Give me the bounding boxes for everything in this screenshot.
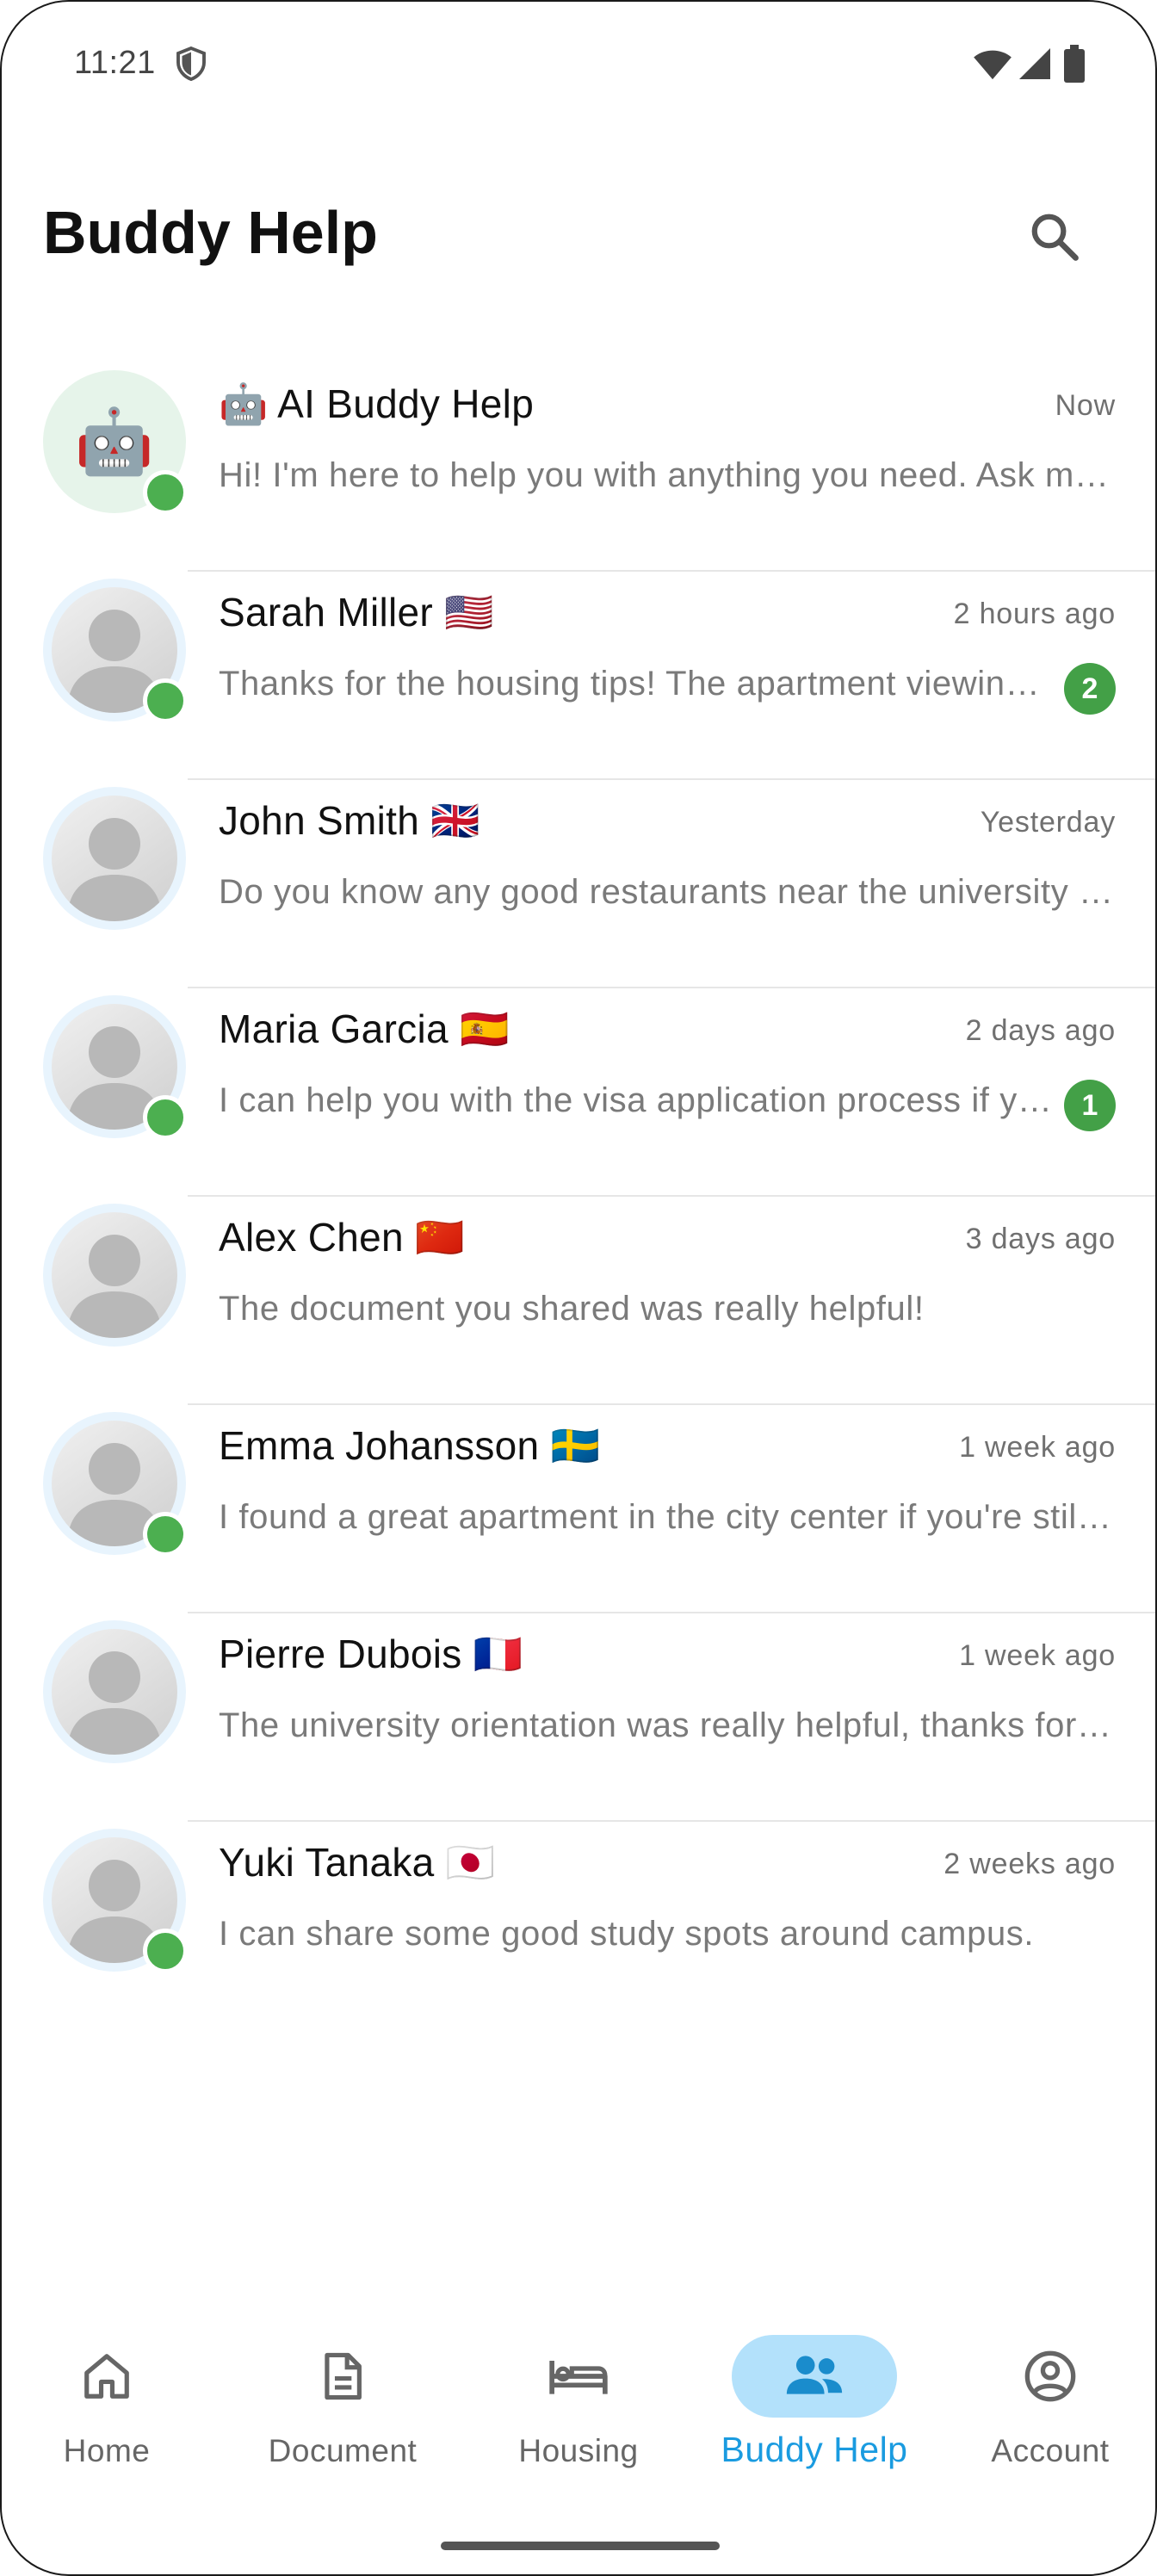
online-status-dot (143, 1929, 188, 1973)
conversation-preview: Thanks for the housing tips! The apartme… (219, 665, 1054, 703)
conversation-preview: The university orientation was really he… (219, 1706, 1114, 1744)
conversation-item-pierre-dubois[interactable]: Pierre Dubois 🇫🇷 1 week ago The universi… (2, 1613, 1155, 1822)
bottom-navigation: Home Document Housing Buddy Help Account (2, 2326, 1155, 2499)
conversation-item-yuki-tanaka[interactable]: Yuki Tanaka 🇯🇵 2 weeks ago I can share s… (2, 1822, 1155, 2030)
shield-icon (176, 46, 206, 81)
nav-label: Buddy Help (721, 2430, 908, 2469)
avatar (43, 1412, 189, 1558)
nav-icon-container (968, 2335, 1133, 2418)
avatar (43, 1620, 189, 1767)
conversation-time: 3 days ago (965, 1223, 1116, 1255)
robot-icon: 🤖 (74, 406, 155, 477)
nav-label: Document (268, 2433, 418, 2468)
conversation-item-ai-buddy[interactable]: 🤖 🤖 AI Buddy Help Now Hi! I'm here to he… (2, 363, 1155, 572)
nav-item-home[interactable]: Home (2, 2326, 219, 2481)
conversation-preview: Hi! I'm here to help you with anything y… (219, 456, 1114, 494)
conversation-name: Yuki Tanaka 🇯🇵 (219, 1840, 496, 1885)
wifi-icon (974, 50, 1012, 80)
conversation-time: Yesterday (980, 806, 1116, 839)
search-button[interactable] (1018, 200, 1092, 274)
conversation-preview: I can help you with the visa application… (219, 1081, 1054, 1119)
conversation-name: Sarah Miller 🇺🇸 (219, 590, 494, 635)
page-title: Buddy Help (43, 199, 378, 266)
unread-badge: 2 (1064, 663, 1116, 715)
conversation-preview: I can share some good study spots around… (219, 1915, 1035, 1953)
online-status-dot (143, 470, 188, 515)
conversation-item-emma-johansson[interactable]: Emma Johansson 🇸🇪 1 week ago I found a g… (2, 1405, 1155, 1613)
people-icon (786, 2356, 843, 2394)
search-icon (1031, 214, 1079, 261)
signal-icon (1019, 48, 1050, 79)
nav-item-housing[interactable]: Housing (467, 2326, 690, 2481)
home-indicator[interactable] (441, 2542, 720, 2550)
conversation-time: 2 days ago (965, 1014, 1116, 1047)
conversation-time: 2 hours ago (953, 598, 1116, 630)
status-time: 11:21 (74, 45, 156, 81)
nav-icon-container (24, 2335, 189, 2418)
avatar (43, 579, 189, 725)
conversation-item-maria-garcia[interactable]: Maria Garcia 🇪🇸 2 days ago I can help yo… (2, 988, 1155, 1197)
bed-icon (549, 2361, 608, 2394)
nav-label: Home (63, 2433, 151, 2468)
conversation-name: 🤖 AI Buddy Help (219, 381, 535, 426)
online-status-dot (143, 1095, 188, 1140)
conversation-name: Alex Chen 🇨🇳 (219, 1215, 465, 1260)
conversation-preview: The document you shared was really helpf… (219, 1290, 925, 1328)
conversation-time: 1 week ago (959, 1431, 1116, 1464)
online-status-dot (143, 678, 188, 723)
conversation-list: 🤖 🤖 AI Buddy Help Now Hi! I'm here to he… (2, 363, 1155, 2030)
nav-item-account[interactable]: Account (938, 2326, 1155, 2481)
home-icon (84, 2354, 129, 2399)
nav-label: Housing (518, 2433, 639, 2468)
avatar (43, 1829, 189, 1975)
avatar: 🤖 (43, 370, 189, 517)
conversation-time: 2 weeks ago (944, 1848, 1116, 1880)
person-placeholder-icon (67, 1235, 162, 1338)
conversation-item-alex-chen[interactable]: Alex Chen 🇨🇳 3 days ago The document you… (2, 1197, 1155, 1405)
phone-screen: 11:21 Buddy Help 🤖 🤖 AI Buddy Help Now H… (0, 0, 1157, 2576)
nav-label: Account (991, 2433, 1110, 2468)
online-status-dot (143, 1512, 188, 1557)
document-icon (325, 2352, 362, 2400)
conversation-time: Now (1055, 389, 1116, 422)
nav-icon-container (732, 2335, 897, 2418)
person-placeholder-icon (67, 818, 162, 921)
avatar (43, 787, 189, 933)
account-circle-icon (1024, 2350, 1076, 2402)
conversation-name: John Smith 🇬🇧 (219, 798, 480, 843)
conversation-preview: Do you know any good restaurants near th… (219, 873, 1114, 911)
avatar (43, 995, 189, 1142)
nav-icon-container (496, 2335, 661, 2418)
person-placeholder-icon (67, 1651, 162, 1755)
battery-icon (1064, 45, 1085, 83)
conversation-item-sarah-miller[interactable]: Sarah Miller 🇺🇸 2 hours ago Thanks for t… (2, 572, 1155, 780)
conversation-time: 1 week ago (959, 1639, 1116, 1672)
nav-item-buddy-help[interactable]: Buddy Help (702, 2326, 926, 2481)
conversation-item-john-smith[interactable]: John Smith 🇬🇧 Yesterday Do you know any … (2, 780, 1155, 988)
nav-item-document[interactable]: Document (231, 2326, 455, 2481)
status-bar: 11:21 (2, 2, 1155, 131)
unread-badge: 1 (1064, 1080, 1116, 1131)
nav-icon-container (260, 2335, 425, 2418)
conversation-name: Pierre Dubois 🇫🇷 (219, 1632, 523, 1676)
conversation-name: Maria Garcia 🇪🇸 (219, 1006, 510, 1051)
conversation-name: Emma Johansson 🇸🇪 (219, 1423, 601, 1468)
avatar (43, 1204, 189, 1350)
conversation-preview: I found a great apartment in the city ce… (219, 1498, 1114, 1536)
